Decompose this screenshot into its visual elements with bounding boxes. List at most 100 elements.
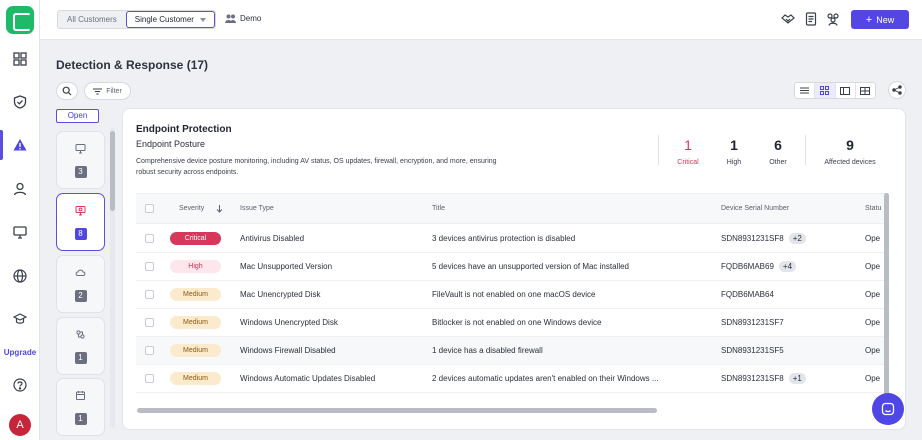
single-customer-select[interactable]: Single Customer — [125, 11, 215, 28]
serial-number: SDN8931231SF5 — [721, 346, 784, 355]
status-cell: Ope — [865, 346, 881, 355]
document-icon[interactable] — [804, 12, 818, 26]
header-serial[interactable]: Device Serial Number — [721, 205, 789, 212]
share-button[interactable] — [888, 81, 906, 99]
category-card[interactable]: 2 — [56, 255, 105, 313]
active-indicator — [0, 130, 3, 160]
header-severity[interactable]: Severity — [179, 205, 204, 212]
stats-divider — [805, 135, 806, 165]
new-button[interactable]: + New — [851, 10, 909, 29]
severity-badge: Medium — [170, 344, 221, 357]
issue-type: Antivirus Disabled — [240, 234, 305, 243]
header-status[interactable]: Statu — [865, 205, 881, 212]
category-card[interactable]: 3 — [56, 131, 105, 189]
filter-label: Filter — [106, 87, 122, 95]
table-row[interactable]: Medium Mac Unencrypted Disk FileVault is… — [136, 281, 888, 309]
category-card-selected[interactable]: 8 — [56, 193, 105, 251]
stat-other-value: 6 — [774, 137, 782, 153]
row-checkbox[interactable] — [145, 374, 154, 383]
more-devices-badge[interactable]: +1 — [788, 373, 806, 384]
table-row[interactable]: High Mac Unsupported Version 5 devices h… — [136, 253, 888, 281]
monitor-icon — [75, 143, 86, 153]
dashboard-icon[interactable] — [11, 50, 29, 68]
severity-badge: Critical — [170, 232, 221, 245]
table-row[interactable]: Medium Windows Automatic Updates Disable… — [136, 365, 888, 393]
header-title[interactable]: Title — [432, 205, 445, 212]
upgrade-link[interactable]: Upgrade — [0, 348, 40, 357]
issue-title: Bitlocker is not enabled on one Windows … — [432, 318, 602, 327]
category-card[interactable]: 1 — [56, 317, 105, 375]
all-customers-tab[interactable]: All Customers — [58, 11, 126, 28]
alert-triangle-icon[interactable] — [11, 136, 29, 154]
laptop-shield-icon — [75, 205, 86, 215]
help-circle-icon[interactable] — [11, 376, 29, 394]
team-icon[interactable] — [826, 12, 840, 26]
category-count: 2 — [74, 289, 87, 302]
monitor-icon[interactable] — [11, 223, 29, 241]
category-count: 3 — [74, 165, 87, 178]
panel-title: Endpoint Protection — [136, 124, 232, 135]
issue-title: 3 devices antivirus protection is disabl… — [432, 234, 576, 243]
category-card[interactable]: 1 — [56, 378, 105, 436]
split-view-icon[interactable] — [836, 83, 856, 98]
search-button[interactable] — [56, 82, 78, 100]
sort-down-icon[interactable] — [216, 205, 223, 213]
table-row[interactable]: Critical Antivirus Disabled 3 devices an… — [136, 225, 888, 253]
customer-name-label: Demo — [240, 14, 262, 23]
top-bar: All Customers Single Customer Demo + New — [40, 0, 922, 40]
people-icon — [225, 14, 236, 23]
shield-check-icon[interactable] — [11, 93, 29, 111]
status-cell: Ope — [865, 374, 881, 383]
page-title: Detection & Response (17) — [56, 58, 209, 72]
select-all-checkbox[interactable] — [145, 204, 154, 213]
status-cell: Ope — [865, 262, 881, 271]
open-tab[interactable]: Open — [56, 109, 99, 123]
serial-number: SDN8931231SF7 — [721, 318, 784, 327]
stat-high-label: High — [726, 159, 742, 166]
search-icon — [62, 86, 72, 96]
stat-affected-devices: 9 Affected devices — [815, 137, 885, 166]
customer-name[interactable]: Demo — [225, 14, 261, 23]
filter-button[interactable]: Filter — [84, 82, 131, 100]
stat-other: 6 Other — [763, 137, 793, 166]
header-issue-type[interactable]: Issue Type — [240, 205, 274, 212]
more-devices-badge[interactable]: +2 — [788, 233, 806, 244]
issue-type: Mac Unencrypted Disk — [240, 290, 321, 299]
panel-subtitle: Endpoint Posture — [136, 139, 206, 149]
table-row[interactable]: Medium Windows Unencrypted Disk Bitlocke… — [136, 309, 888, 337]
stat-critical: 1 Critical — [671, 137, 705, 166]
list-view-icon[interactable] — [795, 83, 816, 98]
globe-icon[interactable] — [11, 267, 29, 285]
card-view-icon[interactable] — [815, 83, 836, 98]
table-view-icon[interactable] — [856, 83, 875, 98]
logo[interactable] — [6, 6, 34, 34]
stat-affected-label: Affected devices — [824, 159, 876, 166]
serial-number: FQDB6MAB69 — [721, 262, 774, 271]
graduation-cap-icon[interactable] — [11, 310, 29, 328]
plus-icon: + — [865, 13, 873, 26]
serial-cell: FQDB6MAB69 +4 — [721, 261, 797, 272]
serial-cell: SDN8931231SF8 +2 — [721, 233, 806, 244]
panel-description: Comprehensive device posture monitoring,… — [136, 158, 497, 176]
row-checkbox[interactable] — [145, 262, 154, 271]
issue-title: 2 devices automatic updates aren't enabl… — [432, 374, 659, 383]
view-switcher — [794, 82, 876, 99]
category-count: 1 — [74, 412, 87, 425]
serial-number: SDN8931231SF8 — [721, 234, 784, 243]
user-icon[interactable] — [11, 180, 29, 198]
row-checkbox[interactable] — [145, 290, 154, 299]
issue-type: Windows Firewall Disabled — [240, 346, 336, 355]
avatar[interactable]: A — [9, 414, 31, 436]
row-checkbox[interactable] — [145, 346, 154, 355]
status-cell: Ope — [865, 318, 881, 327]
category-scrollbar[interactable] — [110, 128, 115, 428]
category-count: 8 — [74, 227, 87, 240]
table-vertical-scrollbar[interactable] — [884, 193, 889, 408]
table-row[interactable]: Medium Windows Firewall Disabled 1 devic… — [136, 337, 888, 365]
chat-launcher-button[interactable] — [872, 393, 904, 425]
table-horizontal-scrollbar[interactable] — [137, 408, 657, 413]
handshake-icon[interactable] — [781, 12, 795, 26]
row-checkbox[interactable] — [145, 318, 154, 327]
more-devices-badge[interactable]: +4 — [778, 261, 797, 272]
row-checkbox[interactable] — [145, 234, 154, 243]
